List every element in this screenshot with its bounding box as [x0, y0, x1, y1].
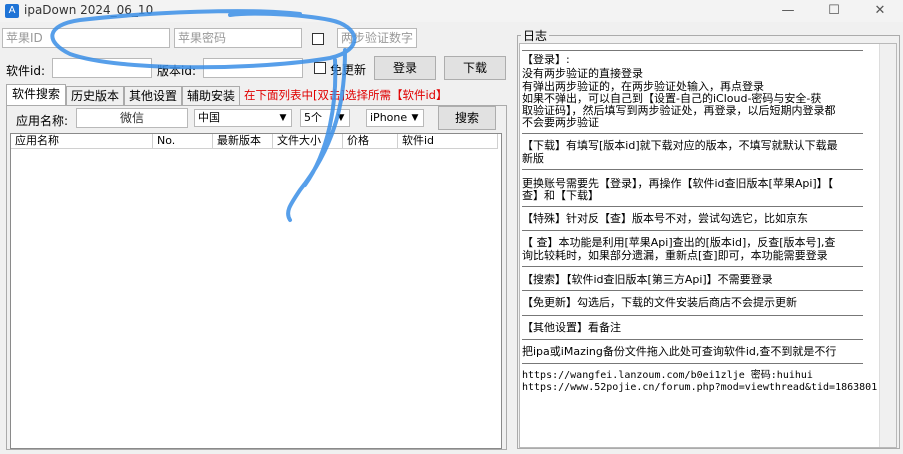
software-id-label: 软件id:	[6, 64, 45, 78]
log-line: 查】和【下载】	[522, 189, 599, 202]
region-value: 中国	[198, 111, 220, 124]
search-button[interactable]: 搜索	[438, 106, 496, 130]
device-value: iPhone	[370, 111, 408, 124]
app-store-icon: A	[5, 4, 19, 18]
window-title: ipaDown 2024_06_10	[24, 3, 154, 17]
divider	[522, 206, 863, 207]
tab-other-settings[interactable]: 其他设置	[124, 86, 182, 106]
column-header[interactable]: 应用名称	[11, 134, 153, 149]
log-line: 不会要两步验证	[522, 116, 599, 129]
tab-assist-install[interactable]: 辅助安装	[182, 86, 240, 106]
log-line: 【搜索】【软件id查旧版本[第三方Api]】不需要登录	[522, 273, 773, 286]
column-header[interactable]: 软件id	[398, 134, 498, 149]
log-link[interactable]: https://wangfei.lanzoum.com/b0ei1zlje 密码…	[522, 370, 813, 382]
download-button[interactable]: 下载	[444, 56, 506, 80]
log-title: 日志	[521, 27, 550, 44]
app-name-input[interactable]: 微信	[76, 108, 188, 128]
login-button[interactable]: 登录	[374, 56, 436, 80]
close-icon[interactable]: ✕	[857, 0, 903, 22]
log-textarea[interactable]: 【登录】: 没有两步验证的直接登录 有弹出两步验证的，在两步验证处输入，再点登录…	[519, 43, 897, 448]
region-select[interactable]: 中国 ▼	[194, 109, 292, 127]
divider	[522, 169, 863, 170]
log-line: 【其他设置】看备注	[522, 321, 621, 334]
version-id-label: 版本id:	[157, 64, 196, 78]
divider	[522, 339, 863, 340]
divider	[522, 133, 863, 134]
remember-checkbox[interactable]	[312, 33, 324, 45]
log-line: 【特殊】针对反【查】版本号不对，尝试勾选它，比如京东	[522, 212, 808, 225]
divider	[522, 363, 863, 364]
count-select[interactable]: 5个 ▼	[300, 109, 350, 127]
hint-text: 在下面列表中[双击]选择所需【软件id】	[244, 88, 448, 102]
maximize-icon[interactable]: ☐	[811, 0, 857, 22]
tab-software-search[interactable]: 软件搜索	[6, 84, 66, 106]
log-line: 【下载】有填写[版本id]就下载对应的版本，不填写就默认下载最	[522, 139, 838, 152]
divider	[522, 290, 863, 291]
two-step-code-input[interactable]: 两步验证数字	[337, 28, 417, 48]
log-line: 【 查】本功能是利用[苹果Api]查出的[版本id]，反查[版本号],查	[522, 236, 836, 249]
version-id-input[interactable]	[203, 58, 303, 78]
no-update-label: 免更新	[330, 63, 367, 77]
log-line: 新版	[522, 152, 544, 165]
chevron-down-icon: ▼	[337, 113, 345, 123]
log-line: 【免更新】勾选后，下载的文件安装后商店不会提示更新	[522, 296, 797, 309]
app-name-label: 应用名称:	[16, 114, 69, 128]
apple-id-input[interactable]: 苹果ID	[2, 28, 170, 48]
column-header[interactable]: 文件大小	[273, 134, 343, 149]
chevron-down-icon: ▼	[279, 113, 287, 123]
device-select[interactable]: iPhone ▼	[366, 109, 424, 127]
title-bar: A ipaDown 2024_06_10 — ☐ ✕	[0, 0, 903, 22]
divider	[522, 230, 863, 231]
divider	[522, 266, 863, 267]
log-line: 没有两步验证的直接登录	[522, 67, 643, 80]
software-id-input[interactable]	[52, 58, 152, 78]
log-line: 询比较耗时，如果部分遗漏，重新点[查]即可，本功能需要登录	[522, 249, 828, 262]
column-header[interactable]: 价格	[343, 134, 398, 149]
results-table[interactable]: 应用名称 No. 最新版本 文件大小 价格 软件id	[10, 133, 502, 449]
tab-history-versions[interactable]: 历史版本	[66, 86, 124, 106]
divider	[522, 315, 863, 316]
log-link[interactable]: https://www.52pojie.cn/forum.php?mod=vie…	[522, 382, 877, 394]
chevron-down-icon: ▼	[411, 113, 419, 123]
no-update-checkbox[interactable]	[314, 62, 326, 74]
apple-password-input[interactable]: 苹果密码	[174, 28, 302, 48]
log-scrollbar[interactable]	[879, 44, 896, 447]
log-line: 把ipa或iMazing备份文件拖入此处可查询软件id,查不到就是不行	[522, 345, 837, 358]
minimize-icon[interactable]: —	[765, 0, 811, 22]
divider	[522, 50, 863, 51]
log-line: 【登录】:	[522, 53, 570, 66]
count-value: 5个	[304, 111, 322, 124]
column-header[interactable]: 最新版本	[213, 134, 273, 149]
column-header[interactable]: No.	[153, 134, 213, 149]
